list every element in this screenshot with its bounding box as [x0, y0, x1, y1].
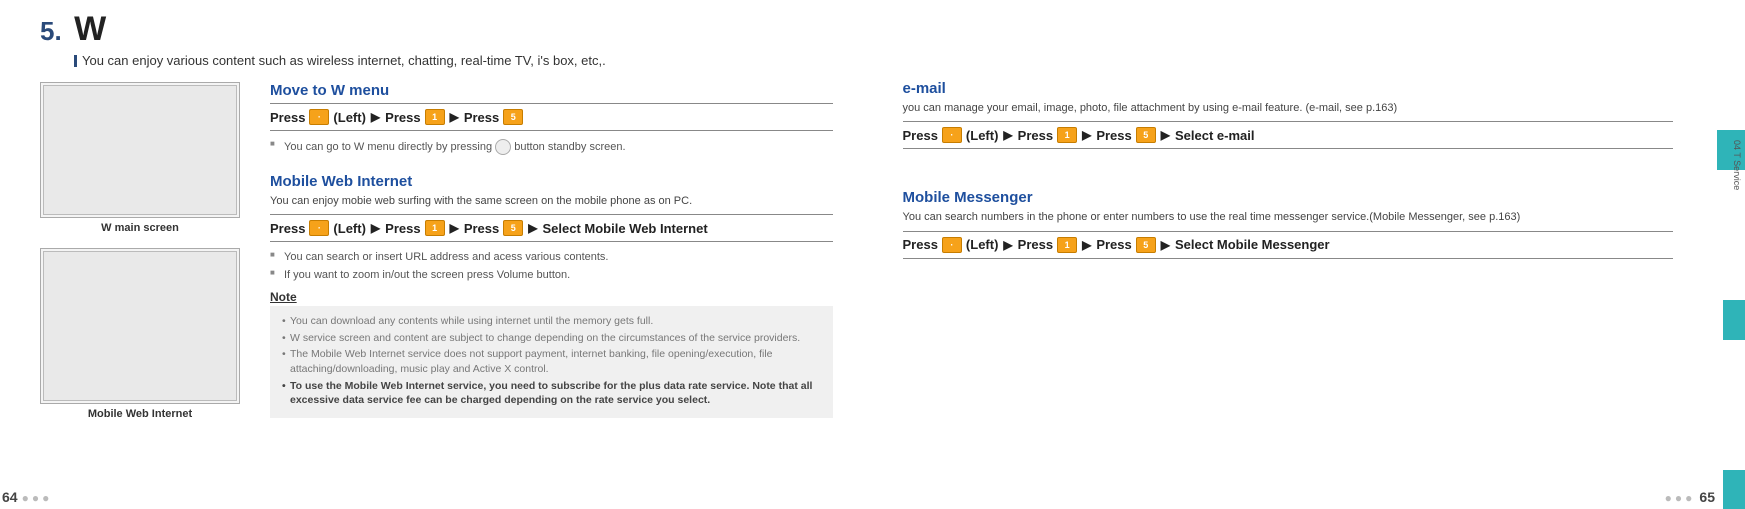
- arrow-icon: ▶: [1082, 238, 1091, 252]
- arrow-icon: ▶: [1003, 128, 1012, 142]
- screenshot-w-main: [40, 82, 240, 218]
- key-icon: 5: [1136, 237, 1156, 253]
- bullet-text-b: button standby screen.: [514, 141, 625, 153]
- key-icon: 1: [1057, 127, 1077, 143]
- section-email: e-mail you can manage your email, image,…: [903, 80, 1674, 149]
- screenshots-column: W main screen Mobile Web Internet: [40, 82, 240, 436]
- page-spread: 5. W You can enjoy various content such …: [0, 0, 1745, 509]
- text-press: Press: [464, 221, 499, 236]
- page-dots: ●●●: [22, 491, 53, 505]
- arrow-icon: ▶: [371, 221, 380, 235]
- note-box: You can download any contents while usin…: [270, 306, 833, 418]
- text-press: Press: [385, 110, 420, 125]
- section-move: Move to W menu Press · (Left) ▶ Press 1 …: [270, 82, 833, 155]
- bullet-mwi-1: You can search or insert URL address and…: [270, 250, 833, 264]
- instruction-email: Press · (Left) ▶ Press 1 ▶ Press 5 ▶ Sel…: [903, 121, 1674, 149]
- instruction-mwi: Press · (Left) ▶ Press 1 ▶ Press 5 ▶ Sel…: [270, 214, 833, 242]
- arrow-icon: ▶: [528, 221, 537, 235]
- text-press: Press: [1096, 128, 1131, 143]
- text-select: Select Mobile Messenger: [1175, 237, 1330, 252]
- screenshot-placeholder: [43, 85, 237, 215]
- text-press: Press: [270, 221, 305, 236]
- text-press: Press: [1018, 237, 1053, 252]
- key-icon: ·: [942, 237, 962, 253]
- note-4: To use the Mobile Web Internet service, …: [282, 379, 821, 408]
- arrow-icon: ▶: [1003, 238, 1012, 252]
- text-left: (Left): [966, 237, 999, 252]
- section-sub-mm: You can search numbers in the phone or e…: [903, 210, 1674, 224]
- note-3: The Mobile Web Internet service does not…: [282, 347, 821, 376]
- section-sub-email: you can manage your email, image, photo,…: [903, 101, 1674, 115]
- chapter-subtitle: You can enjoy various content such as wi…: [40, 53, 833, 68]
- note-1: You can download any contents while usin…: [282, 314, 821, 329]
- text-press: Press: [385, 221, 420, 236]
- key-icon: 5: [1136, 127, 1156, 143]
- page-number-right: ●●●65: [1661, 489, 1715, 505]
- section-sub-mwi: You can enjoy mobie web surfing with the…: [270, 194, 833, 208]
- right-content: e-mail you can manage your email, image,…: [903, 80, 1706, 259]
- side-tab-text: 04 T Service: [1732, 140, 1742, 190]
- section-title-mwi: Mobile Web Internet: [270, 173, 833, 190]
- text-select: Select e-mail: [1175, 128, 1255, 143]
- text-left: (Left): [333, 221, 366, 236]
- text-press: Press: [1018, 128, 1053, 143]
- page-dots: ●●●: [1665, 491, 1696, 505]
- page-right: e-mail you can manage your email, image,…: [873, 0, 1745, 509]
- key-icon: ·: [309, 220, 329, 236]
- arrow-icon: ▶: [450, 110, 459, 124]
- side-tab-block: [1717, 130, 1723, 170]
- chapter-title: W: [74, 10, 106, 49]
- key-icon: ·: [309, 109, 329, 125]
- section-title-email: e-mail: [903, 80, 1674, 97]
- text-press: Press: [270, 110, 305, 125]
- text-left: (Left): [966, 128, 999, 143]
- round-button-icon: [495, 139, 511, 155]
- text-press: Press: [903, 237, 938, 252]
- key-icon: ·: [942, 127, 962, 143]
- note-2: W service screen and content are subject…: [282, 331, 821, 346]
- page-number-left: 64 ●●●: [2, 489, 56, 505]
- bullet-text-a: You can go to W menu directly by pressin…: [284, 141, 492, 153]
- key-icon: 5: [503, 109, 523, 125]
- screenshot-label-2: Mobile Web Internet: [40, 408, 240, 420]
- bullet-mwi-2: If you want to zoom in/out the screen pr…: [270, 268, 833, 282]
- text-press: Press: [903, 128, 938, 143]
- text-select: Select Mobile Web Internet: [542, 221, 707, 236]
- page-left: 5. W You can enjoy various content such …: [0, 0, 873, 509]
- chapter-number: 5.: [40, 16, 62, 47]
- arrow-icon: ▶: [1161, 238, 1170, 252]
- text-press: Press: [1096, 237, 1131, 252]
- arrow-icon: ▶: [371, 110, 380, 124]
- note-heading: Note: [270, 290, 833, 304]
- arrow-icon: ▶: [1082, 128, 1091, 142]
- screenshot-mobile-web: [40, 248, 240, 404]
- key-icon: 5: [503, 220, 523, 236]
- arrow-icon: ▶: [450, 221, 459, 235]
- section-title-move: Move to W menu: [270, 82, 833, 99]
- section-mobile-messenger: Mobile Messenger You can search numbers …: [903, 189, 1674, 258]
- instruction-mm: Press · (Left) ▶ Press 1 ▶ Press 5 ▶ Sel…: [903, 231, 1674, 259]
- key-icon: 1: [425, 220, 445, 236]
- key-icon: 1: [1057, 237, 1077, 253]
- bullet-move-1: You can go to W menu directly by pressin…: [270, 139, 833, 155]
- section-mwi: Mobile Web Internet You can enjoy mobie …: [270, 173, 833, 418]
- chapter-heading: 5. W: [40, 10, 833, 49]
- text-press: Press: [464, 110, 499, 125]
- screenshot-label-1: W main screen: [40, 222, 240, 234]
- arrow-icon: ▶: [1161, 128, 1170, 142]
- text-left: (Left): [333, 110, 366, 125]
- left-text-column: Move to W menu Press · (Left) ▶ Press 1 …: [270, 82, 833, 436]
- screenshot-placeholder: [43, 251, 237, 401]
- side-tab: [1723, 0, 1745, 509]
- instruction-move: Press · (Left) ▶ Press 1 ▶ Press 5: [270, 103, 833, 131]
- page-num-text: 65: [1699, 489, 1715, 505]
- section-title-mm: Mobile Messenger: [903, 189, 1674, 206]
- page-num-text: 64: [2, 489, 18, 505]
- key-icon: 1: [425, 109, 445, 125]
